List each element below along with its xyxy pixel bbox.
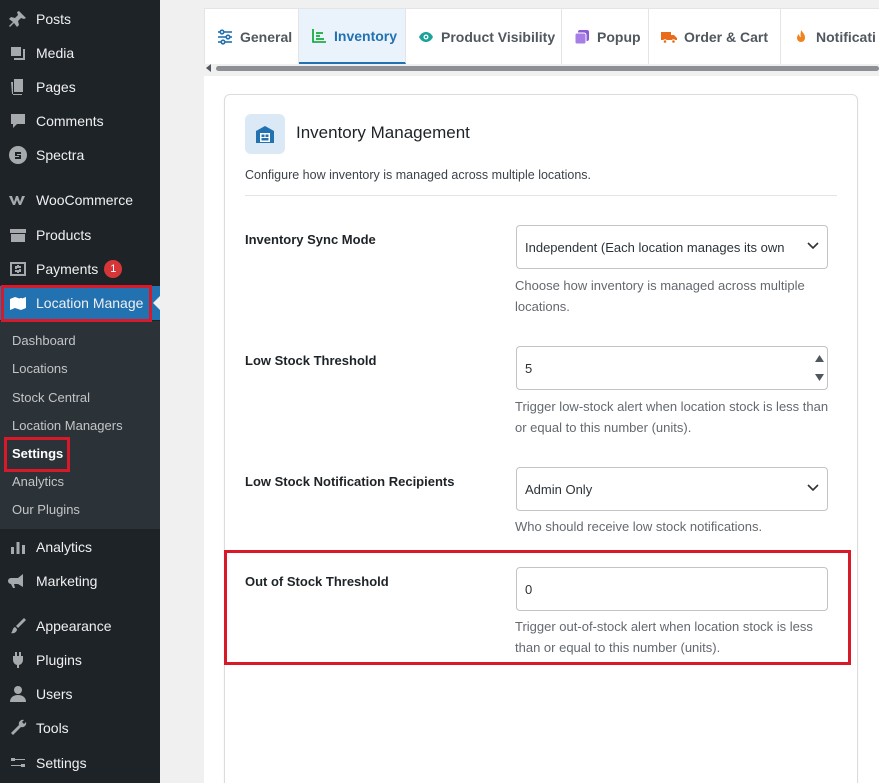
spin-down-icon[interactable] xyxy=(814,374,824,381)
payments-count-badge: 1 xyxy=(104,260,123,278)
submenu-our-plugins[interactable]: Our Plugins xyxy=(12,502,80,517)
card-title: Inventory Management xyxy=(296,123,470,142)
menu-products[interactable]: Products xyxy=(0,218,160,252)
low-stock-threshold-input[interactable]: 5 xyxy=(516,346,828,390)
tab-notifications[interactable]: Notificati xyxy=(781,9,879,64)
menu-analytics[interactable]: Analytics xyxy=(0,530,160,564)
low-stock-threshold-label: Low Stock Threshold xyxy=(245,353,377,368)
pin-icon xyxy=(0,9,36,29)
submenu-analytics[interactable]: Analytics xyxy=(12,474,64,489)
low-stock-recipients-select[interactable]: Admin Only xyxy=(516,467,828,511)
popup-icon xyxy=(574,29,589,44)
truck-icon xyxy=(661,31,677,44)
out-of-stock-threshold-label: Out of Stock Threshold xyxy=(245,574,389,589)
bell-icon xyxy=(797,29,805,42)
inventory-sync-mode-select[interactable]: Independent (Each location manages its o… xyxy=(516,225,828,269)
warehouse-icon xyxy=(245,114,285,154)
menu-location-manage[interactable]: Location Manage xyxy=(0,286,161,320)
spectra-icon xyxy=(0,145,36,165)
scrollbar-thumb[interactable] xyxy=(216,66,879,71)
tabs-scrollbar[interactable] xyxy=(204,64,879,72)
menu-media[interactable]: Media xyxy=(0,36,160,70)
tab-product-visibility[interactable]: Product Visibility xyxy=(406,9,562,64)
products-icon xyxy=(0,225,36,245)
out-of-stock-threshold-input[interactable]: 0 xyxy=(516,567,828,611)
menu-payments[interactable]: Payments 1 xyxy=(0,252,160,286)
card-description: Configure how inventory is managed acros… xyxy=(245,168,592,182)
tab-inventory[interactable]: Inventory xyxy=(299,9,406,64)
payments-icon xyxy=(0,259,36,279)
comments-icon xyxy=(0,111,36,131)
menu-marketing[interactable]: Marketing xyxy=(0,564,160,598)
out-of-stock-threshold-help: Trigger out-of-stock alert when location… xyxy=(515,619,813,655)
users-icon xyxy=(0,684,36,704)
marketing-icon xyxy=(0,571,36,591)
low-stock-recipients-label: Low Stock Notification Recipients xyxy=(245,474,455,489)
submenu-locations[interactable]: Locations xyxy=(12,361,68,376)
menu-users[interactable]: Users xyxy=(0,677,160,711)
menu-spectra[interactable]: Spectra xyxy=(0,138,160,172)
sliders-icon xyxy=(218,28,232,45)
menu-settings[interactable]: Settings xyxy=(0,746,160,780)
chart-icon xyxy=(312,28,326,43)
pages-icon xyxy=(0,77,36,97)
menu-posts[interactable]: Posts xyxy=(0,2,160,36)
menu-plugins[interactable]: Plugins xyxy=(0,643,160,677)
spin-up-icon[interactable] xyxy=(814,355,824,362)
tools-icon xyxy=(0,718,36,738)
menu-woocommerce[interactable]: WooCommerce xyxy=(0,183,160,217)
submenu-stock-central[interactable]: Stock Central xyxy=(12,390,90,405)
low-stock-recipients-help: Who should receive low stock notificatio… xyxy=(515,519,763,534)
inventory-sync-mode-help: Choose how inventory is managed across m… xyxy=(515,278,805,314)
tab-popup[interactable]: Popup xyxy=(562,9,649,64)
appearance-icon xyxy=(0,616,36,636)
divider xyxy=(245,195,837,196)
menu-appearance[interactable]: Appearance xyxy=(0,609,160,643)
low-stock-threshold-help: Trigger low-stock alert when location st… xyxy=(515,399,829,435)
admin-sidebar: Posts Media Pages Comments Spectra WooCo… xyxy=(0,0,161,783)
settings-icon xyxy=(0,753,36,773)
settings-tabs: General Inventory Product Visibility Pop… xyxy=(204,8,879,64)
submenu-settings[interactable]: Settings xyxy=(12,446,63,461)
tab-general[interactable]: General xyxy=(205,9,299,64)
menu-comments[interactable]: Comments xyxy=(0,104,160,138)
chevron-down-icon xyxy=(807,484,819,492)
analytics-icon xyxy=(0,537,36,557)
main-area: General Inventory Product Visibility Pop… xyxy=(160,0,879,783)
menu-pages[interactable]: Pages xyxy=(0,70,160,104)
number-spinner[interactable] xyxy=(814,355,824,381)
submenu-location-managers[interactable]: Location Managers xyxy=(12,418,123,433)
menu-tools[interactable]: Tools xyxy=(0,711,160,745)
scroll-left-arrow-icon[interactable] xyxy=(206,64,211,72)
tab-order-cart[interactable]: Order & Cart xyxy=(649,9,781,64)
inventory-management-card: Inventory Management Configure how inven… xyxy=(224,94,858,783)
media-icon xyxy=(0,43,36,63)
location-icon xyxy=(0,293,36,313)
location-manage-submenu: Dashboard Locations Stock Central Locati… xyxy=(0,321,160,529)
submenu-dashboard[interactable]: Dashboard xyxy=(12,333,76,348)
woocommerce-icon xyxy=(0,190,36,210)
chevron-down-icon xyxy=(807,242,819,250)
plugins-icon xyxy=(0,650,36,670)
settings-content: Inventory Management Configure how inven… xyxy=(204,76,879,783)
inventory-sync-mode-label: Inventory Sync Mode xyxy=(245,232,376,247)
eye-icon xyxy=(419,31,433,42)
